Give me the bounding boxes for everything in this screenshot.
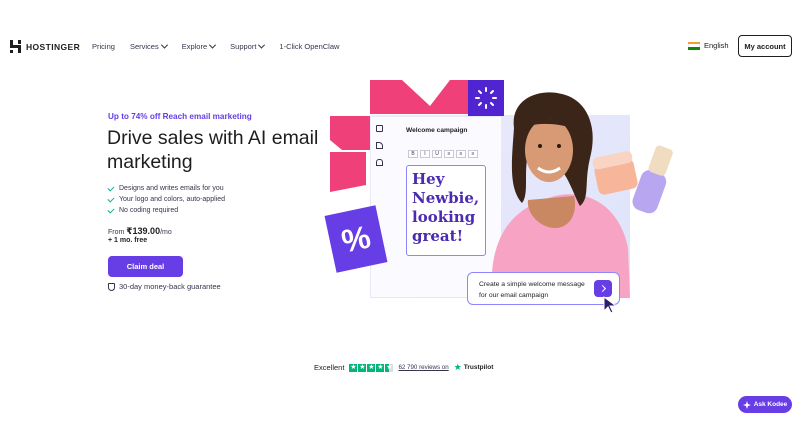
price-suffix: /mo <box>160 229 172 236</box>
star-icon: ★ <box>367 363 376 372</box>
nav-explore-label: Explore <box>181 42 208 51</box>
reviews-suffix: reviews on <box>419 364 449 371</box>
nav-pricing[interactable]: Pricing <box>92 42 115 51</box>
feature-item: Designs and writes emails for you <box>107 183 225 194</box>
trustpilot-logo[interactable]: ★ Trustpilot <box>454 362 494 373</box>
percent-icon: % <box>338 217 374 260</box>
star-icon: ★ <box>376 363 385 372</box>
reviews-link[interactable]: 62 790 reviews on <box>398 364 448 371</box>
reviews-count: 62 790 <box>398 364 418 371</box>
sparkle-icon <box>742 400 751 409</box>
chevron-right-icon <box>598 284 606 293</box>
layout-icon[interactable] <box>376 125 383 132</box>
ask-kodee-button[interactable]: Ask Kodee <box>738 396 792 413</box>
format-toolbar: B I U ≡ ≡ ≡ <box>408 150 478 158</box>
nav-services[interactable]: Services <box>129 41 168 51</box>
shield-icon <box>108 282 115 291</box>
claim-deal-button[interactable]: Claim deal <box>108 256 183 277</box>
language-selector[interactable]: English <box>688 41 729 50</box>
promo-text: Up to 74% off Reach email marketing <box>108 112 252 121</box>
align-center-button[interactable]: ≡ <box>456 150 466 158</box>
trustpilot-star-icon: ★ <box>453 362 462 372</box>
nav-openclaw-label: 1-Click OpenClaw <box>279 42 340 51</box>
hostinger-logo-icon <box>10 40 21 53</box>
bonus-text: + 1 mo. free <box>108 237 148 244</box>
underline-button[interactable]: U <box>432 150 442 158</box>
chevron-down-icon <box>258 41 266 49</box>
my-account-button[interactable]: My account <box>738 35 792 57</box>
trustpilot-rating: Excellent ★ ★ ★ ★ ★ 62 790 reviews on ★ T… <box>314 362 493 373</box>
half-star-icon: ★ <box>385 363 394 372</box>
nav-support-label: Support <box>230 42 257 51</box>
guarantee-note: 30-day money-back guarantee <box>108 282 221 291</box>
nav-pricing-label: Pricing <box>92 42 115 51</box>
feature-text: Designs and writes emails for you <box>119 185 224 192</box>
nav-support[interactable]: Support <box>230 41 266 51</box>
feature-item: No coding required <box>107 205 225 216</box>
star-icon: ★ <box>349 363 358 372</box>
trustpilot-brand: Trustpilot <box>463 364 494 371</box>
rating-label: Excellent <box>314 363 345 372</box>
chevron-down-icon <box>209 41 217 49</box>
nav-openclaw[interactable]: 1-Click OpenClaw <box>279 42 339 51</box>
home-icon[interactable] <box>376 159 383 166</box>
editor-side-toolbar <box>376 125 383 166</box>
italic-button[interactable]: I <box>420 150 430 158</box>
feature-text: No coding required <box>119 207 179 214</box>
price-line: From ₹139.00/mo <box>108 226 172 237</box>
nav-explore[interactable]: Explore <box>181 41 217 51</box>
nav-services-label: Services <box>129 42 159 51</box>
edit-icon[interactable] <box>376 142 383 149</box>
feature-list: Designs and writes emails for you Your l… <box>107 183 225 216</box>
price-value: ₹139.00 <box>126 226 161 236</box>
feature-item: Your logo and colors, auto-applied <box>107 194 225 205</box>
chevron-down-icon <box>160 41 168 49</box>
price-prefix: From <box>108 229 127 236</box>
india-flag-icon <box>688 41 700 50</box>
star-icon: ★ <box>358 363 367 372</box>
check-icon <box>107 194 115 203</box>
check-icon <box>107 205 115 214</box>
rating-stars: ★ ★ ★ ★ ★ <box>349 363 394 372</box>
guarantee-text: 30-day money-back guarantee <box>119 282 221 291</box>
editor-title: Welcome campaign <box>406 127 468 134</box>
feature-text: Your logo and colors, auto-applied <box>119 196 225 203</box>
cosmetic-jars-image <box>592 145 673 214</box>
ask-kodee-label: Ask Kodee <box>753 401 788 408</box>
mouse-pointer-icon <box>603 296 617 314</box>
main-menu: Pricing Services Explore Support 1-Click… <box>92 41 339 51</box>
language-label: English <box>704 41 729 50</box>
check-icon <box>107 183 115 192</box>
brand-name: HOSTINGER <box>26 41 81 52</box>
bold-button[interactable]: B <box>408 150 418 158</box>
hostinger-logo[interactable]: HOSTINGER <box>10 40 80 53</box>
send-button[interactable] <box>594 280 612 297</box>
align-left-button[interactable]: ≡ <box>444 150 454 158</box>
hero-headline: Drive sales with AI email marketing <box>107 127 319 173</box>
